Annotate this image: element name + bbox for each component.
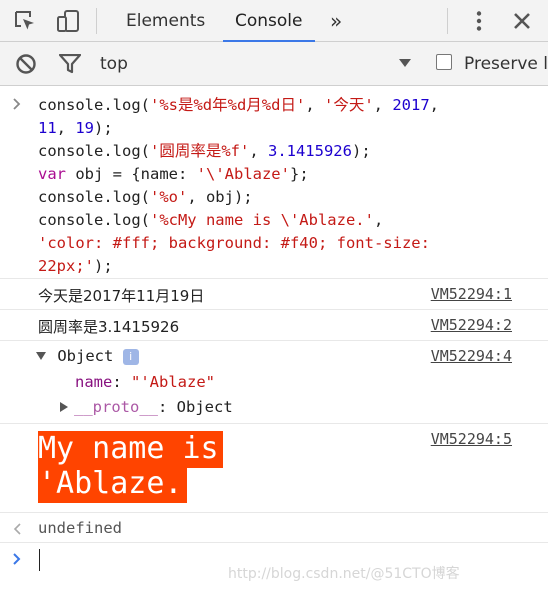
device-toolbar-icon[interactable] — [55, 8, 81, 34]
close-icon[interactable] — [509, 8, 535, 34]
prompt-chevron-icon — [13, 553, 21, 565]
code-token: 22px;' — [38, 257, 94, 275]
devtools-tabbar: Elements Console » — [0, 0, 548, 42]
code-line: 11, 19); — [38, 117, 439, 140]
code-token: '圆周率是%f' — [149, 142, 250, 160]
log-entry: 圆周率是3.1415926 VM52294:2 — [0, 310, 548, 341]
code-line: console.log('%o', obj); — [38, 186, 439, 209]
log-message: 圆周率是3.1415926 — [38, 318, 180, 336]
preserve-log-label: Preserve l — [464, 54, 548, 74]
code-token: }; — [289, 165, 309, 183]
code-token: , — [373, 211, 384, 229]
source-link[interactable]: VM52294:1 — [431, 285, 512, 303]
code-line: console.log('%s是%d年%d月%d日', '今天', 2017, — [38, 94, 439, 117]
code-token: '%o' — [149, 188, 188, 206]
code-token: , — [56, 119, 76, 137]
code-token: , — [429, 96, 439, 114]
property-name: name — [75, 373, 113, 391]
property-value: "'Ablaze" — [131, 373, 215, 391]
proto-property[interactable]: __proto__: Object — [60, 398, 233, 416]
code-token: console.log( — [38, 142, 150, 160]
code-token: ); — [94, 119, 113, 137]
result-arrow-icon — [13, 523, 21, 535]
inspect-element-icon[interactable] — [12, 8, 38, 34]
info-icon[interactable]: i — [122, 349, 139, 365]
proto-name: __proto__ — [74, 398, 158, 416]
text-cursor — [39, 549, 40, 571]
command-code: console.log('%s是%d年%d月%d日', '今天', 2017, 1… — [38, 94, 439, 278]
filter-icon[interactable] — [59, 54, 81, 74]
code-line: 'color: #fff; background: #f40; font-siz… — [38, 232, 439, 255]
more-tabs-button[interactable]: » — [330, 0, 342, 42]
kebab-menu-icon[interactable] — [466, 8, 492, 34]
code-token: console.log( — [38, 96, 150, 114]
chevron-right-icon — [13, 98, 21, 110]
log-entry-object: Object i name: "'Ablaze" __proto__: Obje… — [0, 341, 548, 424]
code-token: 11 — [38, 119, 57, 137]
code-line: console.log('%cMy name is \'Ablaze.', — [38, 209, 439, 232]
toolbar-divider — [447, 8, 448, 34]
object-header[interactable]: Object i — [36, 347, 139, 365]
code-token: '今天' — [323, 96, 374, 114]
code-token: 19 — [75, 119, 95, 137]
code-token: ); — [94, 257, 113, 275]
code-token: '\'Ablaze' — [196, 165, 290, 183]
object-property: name: "'Ablaze" — [75, 373, 215, 391]
result-value: undefined — [38, 519, 122, 537]
source-link[interactable]: VM52294:5 — [431, 430, 512, 448]
code-token: '%s是%d年%d月%d日' — [149, 96, 306, 114]
proto-value: Object — [176, 398, 233, 416]
code-token: , — [249, 142, 268, 160]
code-line: console.log('圆周率是%f', 3.1415926); — [38, 140, 439, 163]
code-token: obj = {name: — [66, 165, 197, 183]
console-input-entry: console.log('%s是%d年%d月%d日', '今天', 2017, 1… — [0, 86, 548, 279]
source-link[interactable]: VM52294:2 — [431, 316, 512, 334]
expand-triangle-icon[interactable] — [36, 352, 46, 360]
code-token: 'color: #fff; background: #f40; font-siz… — [38, 234, 430, 252]
source-link[interactable]: VM52294:4 — [431, 347, 512, 365]
toolbar-divider — [96, 8, 97, 34]
code-token: console.log( — [38, 188, 150, 206]
clear-console-icon[interactable] — [15, 53, 37, 75]
styled-line-1: My name is — [38, 431, 223, 468]
code-token: 3.1415926 — [267, 142, 352, 160]
code-token: 2017 — [392, 96, 430, 114]
code-line: 22px;'); — [38, 255, 439, 278]
code-token: ); — [351, 142, 371, 160]
styled-line-2: 'Ablaze. — [38, 466, 187, 503]
tab-elements[interactable]: Elements — [126, 0, 205, 42]
tab-console[interactable]: Console — [223, 0, 314, 42]
log-entry-styled: My name is 'Ablaze. VM52294:5 — [0, 424, 548, 513]
code-token: '%cMy name is \'Ablaze.' — [149, 211, 374, 229]
context-selector[interactable]: top — [100, 42, 128, 86]
log-message: 今天是2017年11月19日 — [38, 287, 205, 305]
collapse-triangle-icon[interactable] — [60, 402, 68, 412]
chevron-down-icon[interactable] — [398, 57, 412, 69]
code-token: , — [305, 96, 324, 114]
code-token: , obj); — [187, 188, 253, 206]
code-token: console.log( — [38, 211, 150, 229]
result-entry: undefined — [0, 513, 548, 543]
watermark: http://blog.csdn.net/@51CTO博客 — [228, 566, 460, 582]
object-label: Object — [57, 347, 114, 365]
code-line: var obj = {name: '\'Ablaze'}; — [38, 163, 439, 186]
log-entry: 今天是2017年11月19日 VM52294:1 — [0, 279, 548, 310]
code-token: , — [373, 96, 393, 114]
console-filterbar: top Preserve l — [0, 42, 548, 86]
code-token: var — [38, 165, 66, 183]
styled-message: My name is 'Ablaze. — [38, 431, 223, 503]
preserve-log-checkbox[interactable] — [436, 54, 452, 70]
